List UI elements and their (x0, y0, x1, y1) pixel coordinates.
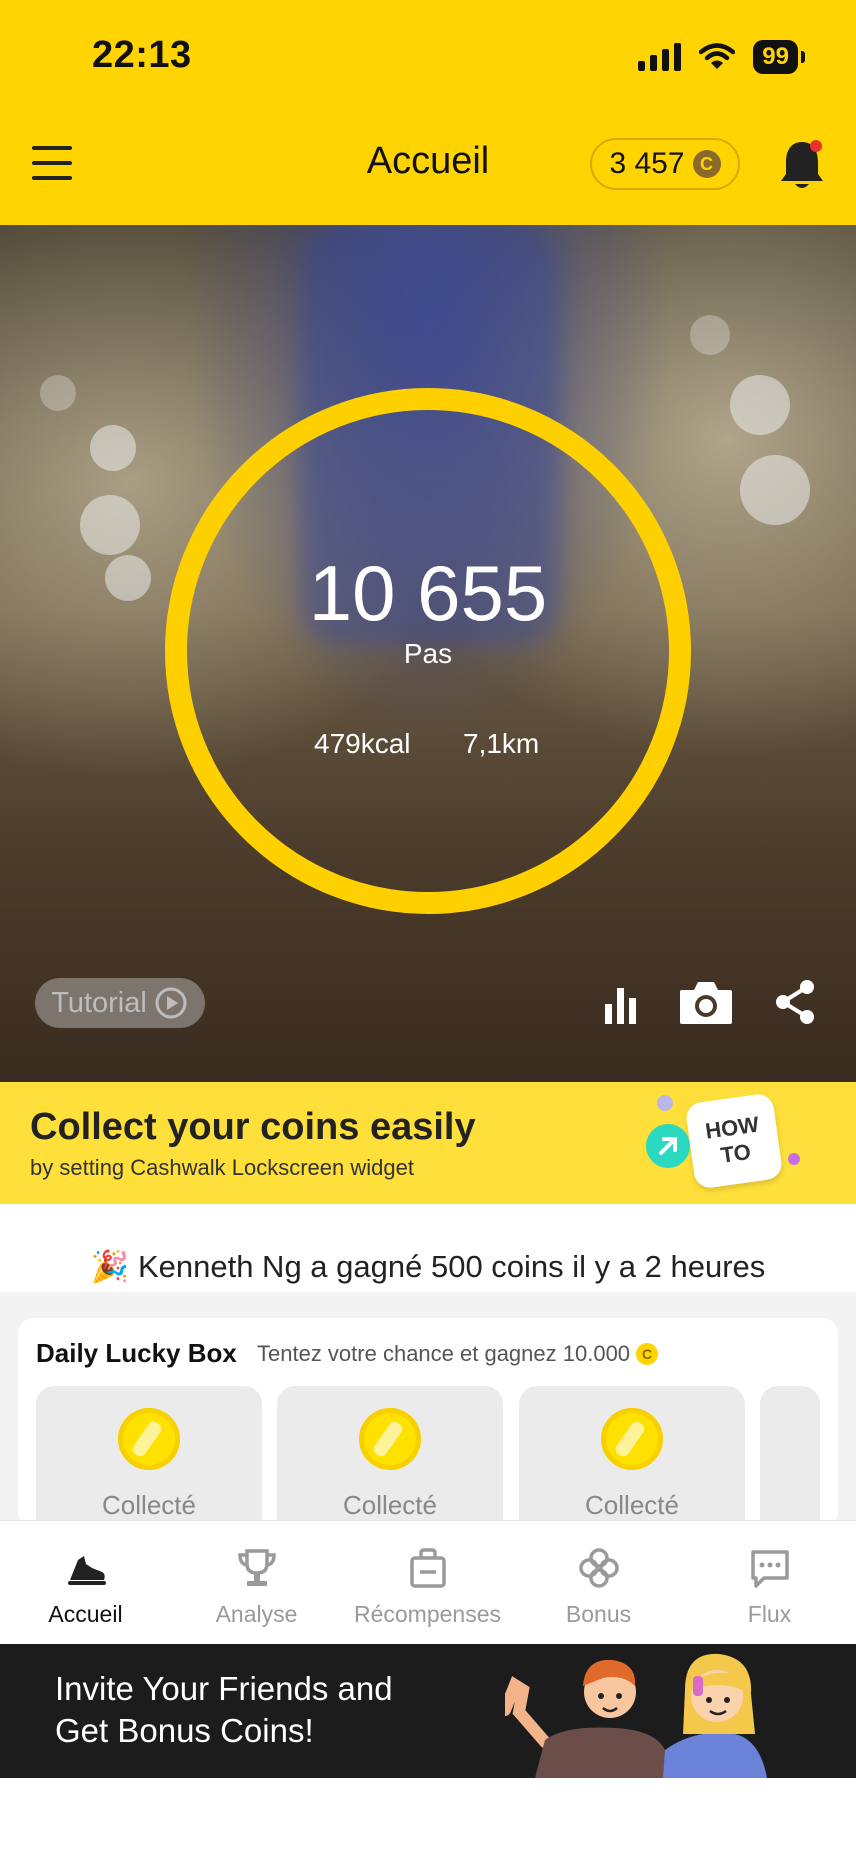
camera-icon[interactable] (678, 978, 734, 1026)
status-icons: 99 (638, 38, 805, 76)
coin-balance-button[interactable]: 3 457 C (590, 138, 740, 190)
trophy-icon (237, 1549, 276, 1586)
friends-illustration (505, 1653, 767, 1778)
lucky-box-subtitle-text: Tentez votre chance et gagnez 10.000 (257, 1341, 631, 1366)
tutorial-label: Tutorial (51, 986, 147, 1019)
lucky-box-title: Daily Lucky Box (36, 1338, 237, 1368)
sneaker-icon (67, 1556, 106, 1585)
coin-icon: C (692, 150, 721, 178)
notice-text: Kenneth Ng a gagné 500 coins il y a 2 he… (137, 1249, 766, 1284)
cellular-signal-icon (638, 43, 682, 71)
banner-subtitle: by setting Cashwalk Lockscreen widget (30, 1155, 414, 1180)
recent-winner-notice: 🎉 Kenneth Ng a gagné 500 coins il y a 2 … (0, 1248, 856, 1285)
tab-analyse[interactable]: Analyse (171, 1546, 342, 1628)
tutorial-button[interactable]: Tutorial (35, 978, 205, 1028)
distance-value: 7,1km (463, 728, 540, 759)
tab-label: Bonus (565, 1601, 632, 1627)
wifi-icon (699, 43, 736, 69)
chat-bubble-icon (750, 1550, 789, 1588)
how-to-button[interactable]: HOW TO (684, 1092, 784, 1190)
status-time: 22:13 (92, 34, 192, 76)
lucky-box-status: Collecté (585, 1490, 679, 1520)
party-popper-icon: 🎉 (90, 1249, 130, 1284)
clover-icon (578, 1548, 619, 1588)
banner-title: Collect your coins easily (30, 1106, 476, 1148)
replay-icon (155, 987, 187, 1019)
gold-coin-icon (118, 1408, 180, 1470)
tab-label: Accueil (48, 1601, 123, 1627)
invite-text: Invite Your Friends and Get Bonus Coins! (55, 1670, 393, 1749)
tab-bonus[interactable]: Bonus (513, 1546, 684, 1628)
lucky-box-status: Collecté (102, 1490, 196, 1520)
step-count: 10 655 (308, 549, 548, 637)
tab-flux[interactable]: Flux (684, 1546, 855, 1628)
step-count-label: Pas (403, 638, 453, 669)
gold-coin-icon (359, 1408, 421, 1470)
tab-label: Flux (747, 1601, 792, 1627)
lucky-box-status: Collecté (343, 1490, 437, 1520)
calories-value: 479kcal (314, 728, 411, 759)
shopping-bag-icon (409, 1548, 446, 1588)
tab-recompenses[interactable]: Récompenses (342, 1546, 513, 1628)
notification-bell-icon[interactable] (778, 136, 826, 192)
battery-indicator: 99 (753, 40, 805, 74)
lucky-box-subtitle: Tentez votre chance et gagnez 10.000 C (257, 1341, 659, 1367)
share-icon[interactable] (773, 978, 817, 1026)
coin-icon: C (636, 1343, 659, 1365)
how-to-label: HOW TO (703, 1111, 761, 1168)
tab-accueil[interactable]: Accueil (0, 1546, 171, 1628)
arrow-up-right-icon (646, 1124, 690, 1168)
tab-label: Analyse (215, 1601, 298, 1627)
gold-coin-icon (601, 1408, 663, 1470)
coin-balance-value: 3 457 (609, 147, 685, 180)
tab-label: Récompenses (353, 1601, 502, 1627)
bar-chart-icon[interactable] (603, 982, 639, 1024)
